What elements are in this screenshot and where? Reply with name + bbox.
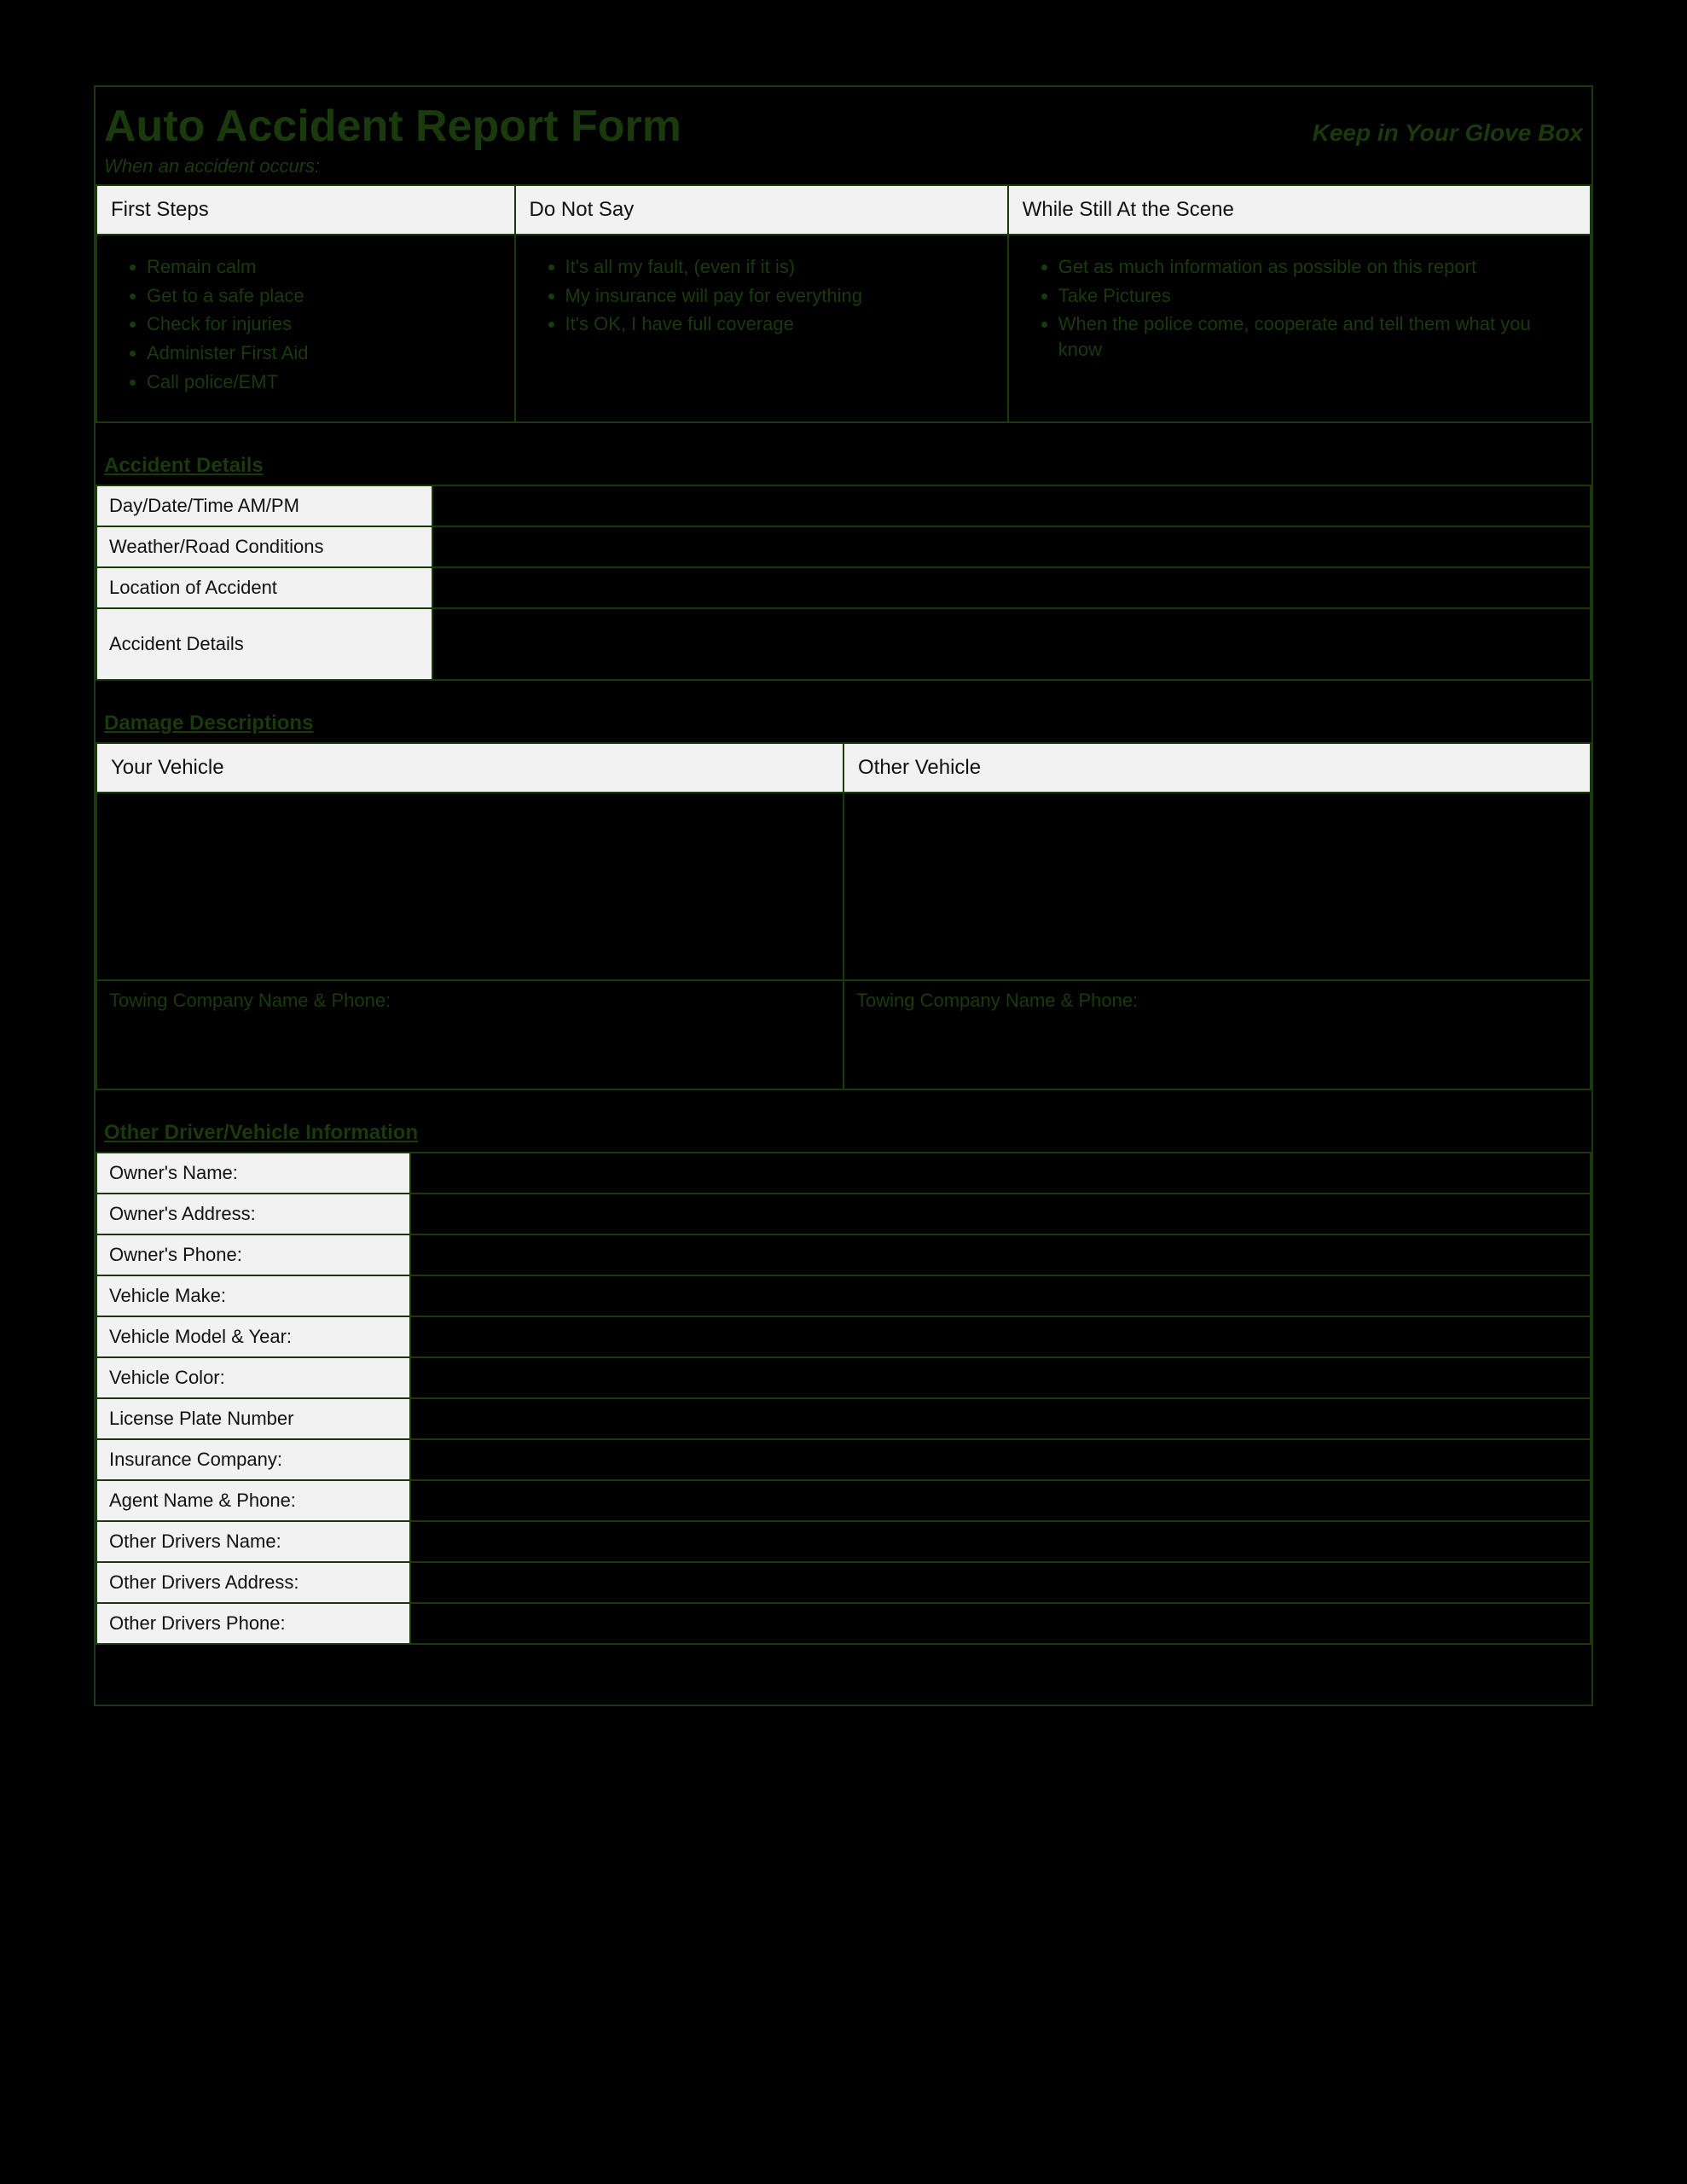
first-steps-cell: Remain calm Get to a safe place Check fo…	[96, 235, 515, 422]
bottom-spacer	[96, 1645, 1591, 1705]
do-not-say-header: Do Not Say	[515, 185, 1008, 235]
damage-table: Your Vehicle Other Vehicle Towing Compan…	[96, 742, 1591, 1090]
accident-details-title: Accident Details	[96, 423, 1591, 485]
other-driver-address-label: Other Drivers Address:	[96, 1562, 410, 1603]
accident-details-label: Accident Details	[96, 608, 432, 680]
other-driver-address-field[interactable]	[410, 1562, 1591, 1603]
form-page: Auto Accident Report Form Keep in Your G…	[94, 85, 1593, 1706]
owner-name-label: Owner's Name:	[96, 1153, 410, 1194]
header-right-note: Keep in Your Glove Box	[1313, 119, 1583, 147]
at-scene-header: While Still At the Scene	[1008, 185, 1591, 235]
day-date-field[interactable]	[432, 485, 1591, 526]
list-item: Get to a safe place	[147, 283, 504, 309]
first-steps-header: First Steps	[96, 185, 515, 235]
weather-field[interactable]	[432, 526, 1591, 567]
your-vehicle-damage-field[interactable]	[96, 793, 844, 980]
other-driver-phone-field[interactable]	[410, 1603, 1591, 1644]
vehicle-color-field[interactable]	[410, 1357, 1591, 1398]
damage-descriptions-title: Damage Descriptions	[96, 681, 1591, 742]
other-driver-name-field[interactable]	[410, 1521, 1591, 1562]
list-item: Remain calm	[147, 254, 504, 280]
agent-name-phone-label: Agent Name & Phone:	[96, 1480, 410, 1521]
agent-name-phone-field[interactable]	[410, 1480, 1591, 1521]
insurance-company-label: Insurance Company:	[96, 1439, 410, 1480]
owner-address-label: Owner's Address:	[96, 1194, 410, 1234]
other-towing-label[interactable]: Towing Company Name & Phone:	[844, 980, 1591, 1089]
owner-address-field[interactable]	[410, 1194, 1591, 1234]
table-row: Owner's Name:	[96, 1153, 1591, 1194]
weather-label: Weather/Road Conditions	[96, 526, 432, 567]
table-row: Other Drivers Name:	[96, 1521, 1591, 1562]
list-item: Get as much information as possible on t…	[1058, 254, 1580, 280]
guidance-table: First Steps Do Not Say While Still At th…	[96, 184, 1591, 423]
your-vehicle-header: Your Vehicle	[96, 743, 844, 793]
other-driver-vehicle-title: Other Driver/Vehicle Information	[96, 1090, 1591, 1152]
table-row: Other Drivers Phone:	[96, 1603, 1591, 1644]
header-subtext: When an accident occurs:	[96, 155, 1591, 184]
accident-details-field[interactable]	[432, 608, 1591, 680]
license-plate-label: License Plate Number	[96, 1398, 410, 1439]
table-row: Day/Date/Time AM/PM	[96, 485, 1591, 526]
other-vehicle-header: Other Vehicle	[844, 743, 1591, 793]
day-date-label: Day/Date/Time AM/PM	[96, 485, 432, 526]
do-not-say-cell: It's all my fault, (even if it is) My in…	[515, 235, 1008, 422]
table-row: Vehicle Color:	[96, 1357, 1591, 1398]
list-item: When the police come, cooperate and tell…	[1058, 311, 1580, 362]
your-towing-label[interactable]: Towing Company Name & Phone:	[96, 980, 844, 1089]
vehicle-color-label: Vehicle Color:	[96, 1357, 410, 1398]
list-item: Take Pictures	[1058, 283, 1580, 309]
table-row: Agent Name & Phone:	[96, 1480, 1591, 1521]
vehicle-model-year-label: Vehicle Model & Year:	[96, 1316, 410, 1357]
vehicle-make-field[interactable]	[410, 1275, 1591, 1316]
table-row: Accident Details	[96, 608, 1591, 680]
list-item: My insurance will pay for everything	[565, 283, 997, 309]
list-item: Call police/EMT	[147, 369, 504, 395]
other-vehicle-damage-field[interactable]	[844, 793, 1591, 980]
vehicle-model-year-field[interactable]	[410, 1316, 1591, 1357]
location-label: Location of Accident	[96, 567, 432, 608]
table-row: Location of Accident	[96, 567, 1591, 608]
location-field[interactable]	[432, 567, 1591, 608]
list-item: It's OK, I have full coverage	[565, 311, 997, 337]
license-plate-field[interactable]	[410, 1398, 1591, 1439]
header-row: Auto Accident Report Form Keep in Your G…	[96, 87, 1591, 155]
list-item: Administer First Aid	[147, 340, 504, 366]
vehicle-make-label: Vehicle Make:	[96, 1275, 410, 1316]
at-scene-cell: Get as much information as possible on t…	[1008, 235, 1591, 422]
owner-phone-label: Owner's Phone:	[96, 1234, 410, 1275]
list-item: Check for injuries	[147, 311, 504, 337]
other-driver-vehicle-table: Owner's Name: Owner's Address: Owner's P…	[96, 1152, 1591, 1645]
owner-name-field[interactable]	[410, 1153, 1591, 1194]
table-row: Other Drivers Address:	[96, 1562, 1591, 1603]
table-row: License Plate Number	[96, 1398, 1591, 1439]
other-driver-name-label: Other Drivers Name:	[96, 1521, 410, 1562]
table-row: Vehicle Model & Year:	[96, 1316, 1591, 1357]
insurance-company-field[interactable]	[410, 1439, 1591, 1480]
table-row: Weather/Road Conditions	[96, 526, 1591, 567]
table-row: Owner's Phone:	[96, 1234, 1591, 1275]
table-row: Owner's Address:	[96, 1194, 1591, 1234]
accident-details-table: Day/Date/Time AM/PM Weather/Road Conditi…	[96, 485, 1591, 681]
page-title: Auto Accident Report Form	[104, 101, 681, 152]
list-item: It's all my fault, (even if it is)	[565, 254, 997, 280]
table-row: Vehicle Make:	[96, 1275, 1591, 1316]
owner-phone-field[interactable]	[410, 1234, 1591, 1275]
other-driver-phone-label: Other Drivers Phone:	[96, 1603, 410, 1644]
table-row: Insurance Company:	[96, 1439, 1591, 1480]
